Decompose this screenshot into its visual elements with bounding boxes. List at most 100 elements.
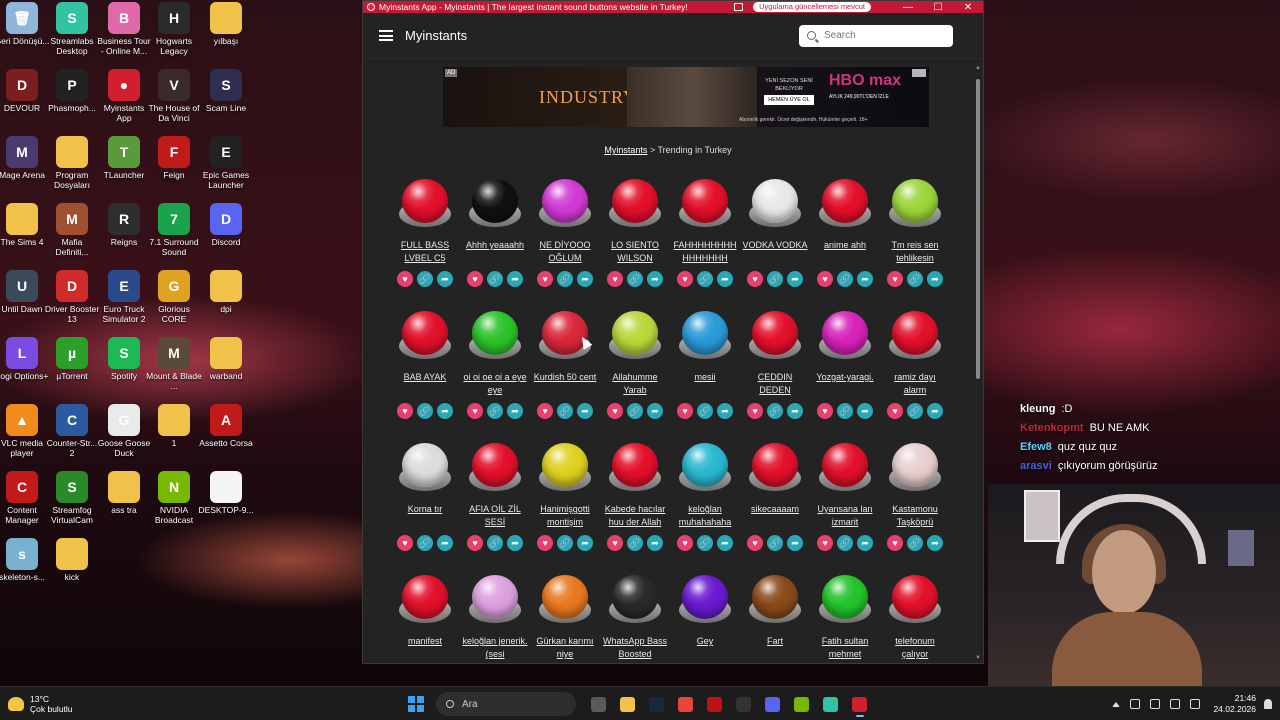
favorite-heart-icon[interactable]: ♥ (607, 403, 623, 419)
favorite-heart-icon[interactable]: ♥ (607, 535, 623, 551)
volume-icon[interactable] (1190, 699, 1201, 709)
sound-title-link[interactable]: NE DİYOOO OĞLUM (530, 239, 600, 267)
desktop-icon[interactable]: D DEVOUR (0, 69, 50, 125)
favorite-heart-icon[interactable]: ♥ (817, 271, 833, 287)
share-icon[interactable]: ➦ (927, 403, 943, 419)
taskbar-app-steam[interactable] (645, 692, 669, 716)
desktop-icon[interactable]: S Scam Line (198, 69, 254, 125)
sound-play-button[interactable] (817, 177, 873, 229)
taskbar-app-folder[interactable] (616, 692, 640, 716)
desktop-icon[interactable]: U Until Dawn (0, 270, 50, 326)
copy-link-icon[interactable]: 🔗 (837, 271, 853, 287)
sound-title-link[interactable]: AFIA OİL ZİL SESİ (460, 503, 530, 531)
share-icon[interactable]: ➦ (437, 535, 453, 551)
sound-play-button[interactable] (887, 441, 943, 493)
taskbar-app-myinstants[interactable] (848, 692, 872, 717)
sound-title-link[interactable]: Ahhh yeaaahh (460, 239, 530, 267)
taskbar-search[interactable]: Ara (436, 692, 576, 716)
desktop-icon[interactable]: V The House of Da Vinci (146, 69, 202, 125)
favorite-heart-icon[interactable]: ♥ (397, 535, 413, 551)
wifi-icon[interactable] (1170, 699, 1181, 709)
notification-icon[interactable] (1264, 699, 1272, 709)
desktop-icon[interactable]: N NVIDIA Broadcast (146, 471, 202, 527)
sound-title-link[interactable]: keloğlan muhahahaha (670, 503, 740, 531)
sound-title-link[interactable]: Kastamonu Taşköprü (880, 503, 950, 531)
menu-icon[interactable] (379, 30, 393, 41)
copy-link-icon[interactable]: 🔗 (487, 535, 503, 551)
desktop-icon[interactable]: s skeleton-s... (0, 538, 50, 594)
update-notice-button[interactable]: Uygulama güncellemesi mevcut (753, 2, 871, 12)
search-box[interactable] (799, 24, 953, 47)
sound-play-button[interactable] (537, 441, 593, 493)
sound-play-button[interactable] (677, 309, 733, 361)
share-icon[interactable]: ➦ (577, 535, 593, 551)
sound-play-button[interactable] (817, 573, 873, 625)
share-icon[interactable]: ➦ (507, 271, 523, 287)
favorite-heart-icon[interactable]: ♥ (607, 271, 623, 287)
sound-title-link[interactable]: LO SIENTO WILSON (600, 239, 670, 267)
copy-link-icon[interactable]: 🔗 (627, 403, 643, 419)
network-icon[interactable] (1150, 699, 1161, 709)
sound-title-link[interactable]: Hanimişgotti montişim (530, 503, 600, 531)
desktop-icon[interactable]: G Goose Goose Duck (96, 404, 152, 460)
copy-link-icon[interactable]: 🔗 (697, 403, 713, 419)
copy-link-icon[interactable]: 🔗 (557, 403, 573, 419)
copy-link-icon[interactable]: 🔗 (767, 535, 783, 551)
scroll-up-icon[interactable]: ▲ (975, 65, 981, 71)
ad-banner[interactable]: AD INDUSTRY YENİ SEZON SENİ BEKLİYOR HEM… (443, 67, 929, 127)
sound-title-link[interactable]: WhatsApp Bass Boosted (600, 635, 670, 663)
favorite-heart-icon[interactable]: ♥ (887, 535, 903, 551)
favorite-heart-icon[interactable]: ♥ (677, 535, 693, 551)
desktop-icon[interactable]: D Discord (198, 203, 254, 259)
desktop-icon[interactable]: yılbaşı (198, 2, 254, 58)
sound-play-button[interactable] (607, 309, 663, 361)
copy-link-icon[interactable]: 🔗 (837, 535, 853, 551)
sound-title-link[interactable]: VODKA VODKA (740, 239, 810, 267)
sound-play-button[interactable] (607, 177, 663, 229)
share-icon[interactable]: ➦ (507, 535, 523, 551)
share-icon[interactable]: ➦ (647, 535, 663, 551)
sound-play-button[interactable] (537, 177, 593, 229)
sound-title-link[interactable]: Gey (670, 635, 740, 663)
sound-title-link[interactable]: FAHHHHHHHH HHHHHHH (670, 239, 740, 267)
copy-link-icon[interactable]: 🔗 (907, 535, 923, 551)
copy-link-icon[interactable]: 🔗 (417, 535, 433, 551)
share-icon[interactable]: ➦ (507, 403, 523, 419)
desktop-icon[interactable]: M Mage Arena (0, 136, 50, 192)
sound-play-button[interactable] (747, 309, 803, 361)
maximize-button[interactable]: ☐ (923, 2, 953, 13)
sound-play-button[interactable] (887, 573, 943, 625)
sound-play-button[interactable] (887, 309, 943, 361)
sound-play-button[interactable] (397, 573, 453, 625)
share-icon[interactable]: ➦ (577, 403, 593, 419)
ad-cta-button[interactable]: HEMEN ÜYE OL (764, 95, 814, 105)
share-icon[interactable]: ➦ (857, 535, 873, 551)
window-titlebar[interactable]: Myinstants App - Myinstants | The larges… (363, 1, 983, 13)
copy-link-icon[interactable]: 🔗 (767, 271, 783, 287)
favorite-heart-icon[interactable]: ♥ (467, 403, 483, 419)
desktop-icon[interactable]: ass tra (96, 471, 152, 527)
desktop-icon[interactable]: kick (44, 538, 100, 594)
sound-play-button[interactable] (677, 573, 733, 625)
desktop-icon[interactable]: warband (198, 337, 254, 393)
sound-title-link[interactable]: Kurdish 50 cent (530, 371, 600, 399)
copy-link-icon[interactable]: 🔗 (697, 535, 713, 551)
sound-title-link[interactable]: mesii (670, 371, 740, 399)
sound-title-link[interactable]: Kabede hacılar huu der Allah (600, 503, 670, 531)
share-icon[interactable]: ➦ (787, 271, 803, 287)
taskbar-app-streamlabs[interactable] (819, 692, 843, 716)
sound-play-button[interactable] (817, 441, 873, 493)
copy-link-icon[interactable]: 🔗 (417, 271, 433, 287)
taskbar-app-discord[interactable] (761, 692, 785, 716)
desktop-icon[interactable]: E Epic Games Launcher (198, 136, 254, 192)
scroll-thumb[interactable] (976, 79, 980, 379)
share-icon[interactable]: ➦ (717, 535, 733, 551)
share-icon[interactable]: ➦ (787, 403, 803, 419)
desktop-icon[interactable]: µ µTorrent (44, 337, 100, 393)
sound-title-link[interactable]: Gürkan karımı niye (530, 635, 600, 663)
sound-title-link[interactable]: sikecaaaam (740, 503, 810, 531)
sound-title-link[interactable]: FULL BASS LVBEL C5 (390, 239, 460, 267)
desktop-icon[interactable]: Program Dosyaları (44, 136, 100, 192)
sound-play-button[interactable] (607, 573, 663, 625)
favorite-heart-icon[interactable]: ♥ (537, 271, 553, 287)
